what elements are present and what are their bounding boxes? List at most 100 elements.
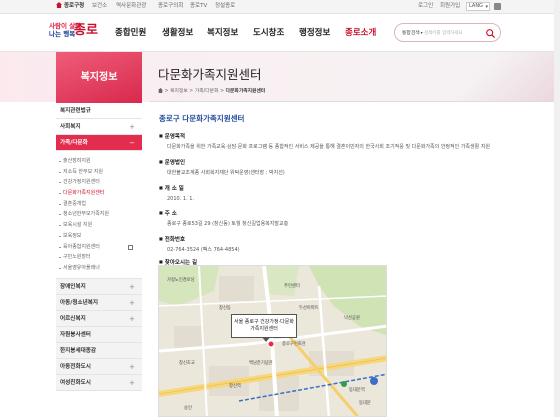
breadcrumb-item[interactable]: 가족/다문화: [195, 89, 219, 94]
lnb-item-label: 가족/다문화: [60, 140, 88, 146]
breadcrumb-item[interactable]: 복지정보: [170, 89, 188, 94]
map-label: 창신초교: [179, 361, 195, 366]
signup-link[interactable]: 회원가입: [440, 2, 460, 11]
util-link-culture-tour[interactable]: 역사문화관광: [116, 2, 146, 11]
lnb-item-women-friendly[interactable]: 여성친화도시 +: [56, 374, 142, 391]
lnb-item-social-welfare[interactable]: 사회복지 +: [56, 119, 142, 135]
lnb-submenu: 출산장려지원 저소득 한부모 지원 건강가정지원센터 다문화가족지원센터 결혼중…: [56, 151, 142, 279]
gnb-urban-creation[interactable]: 도시창조: [253, 27, 284, 39]
map-label: 두산아파트: [299, 306, 319, 311]
lnb-sub-item[interactable]: 보육시설 지원: [56, 220, 142, 231]
util-link-council[interactable]: 종로구의회: [158, 2, 183, 11]
gnb-about-jongno[interactable]: 종로소개: [345, 27, 376, 39]
lnb-item-senior[interactable]: 어르신복지 +: [56, 310, 142, 327]
field-label-phone: 전화번호: [159, 235, 185, 244]
lnb-sub-item[interactable]: 출산장려지원: [56, 156, 142, 167]
field-value-purpose: 다문화가족을 위한 가족교육·상담·문화 프로그램 등 종합적인 서비스 제공을…: [167, 144, 491, 150]
logo-slogan-2: 나는 행복: [49, 30, 76, 38]
lnb-item-label: 어르신복지: [60, 315, 86, 322]
lnb-title: 복지정보: [56, 52, 142, 103]
gnb-admin-info[interactable]: 행정정보: [299, 27, 330, 39]
lnb-item-disabled-welfare[interactable]: 장애인복지 +: [56, 278, 142, 295]
field-value-opening-date: 2010. 1. 1.: [167, 196, 195, 202]
home-icon[interactable]: [158, 88, 163, 93]
lnb-sub-item[interactable]: 저소득 한부모 지원: [56, 167, 142, 178]
main-content: 다문화가족지원센터 > 복지정보 > 가족/다문화 > 다문화가족지원센터 종로…: [150, 52, 560, 417]
home-icon: [56, 2, 62, 8]
page-scrollbar[interactable]: [554, 0, 560, 417]
logo-main-text: 종로: [74, 23, 98, 38]
header: 사람이 살맛 나는 행복 종로 종합민원 생활정보 복지정보 도시창조 행정정보…: [0, 14, 560, 52]
map-label: 동대문: [359, 401, 371, 406]
language-select[interactable]: LANG ▾: [466, 2, 490, 11]
lnb-sub-item[interactable]: 청소년한부모가족지원: [56, 209, 142, 220]
language-select-label: LANG: [469, 3, 483, 9]
lnb-item-generation[interactable]: 한지봉세대종감: [56, 342, 142, 359]
lnb-sub-item-external[interactable]: 육아종합지원센터: [56, 242, 142, 253]
gnb-civil-service[interactable]: 종합민원: [115, 27, 146, 39]
lnb-item-label: 복지관련법규: [60, 108, 91, 114]
field-value-phone: 02-764-3524 (팩스 764-4854): [167, 247, 240, 253]
search-icon[interactable]: [485, 28, 496, 39]
map-label: 종로구민회관: [282, 342, 306, 347]
map-label: 창신역: [229, 384, 241, 389]
lnb-item-family[interactable]: 가족/다문화 −: [56, 135, 142, 151]
login-link[interactable]: 로그인: [418, 2, 433, 11]
section-title: 종로구 다문화가족지원센터: [159, 114, 245, 123]
map-label: 가정노인경로당: [167, 278, 195, 283]
chevron-down-icon: ▾: [420, 30, 423, 35]
field-label-purpose: 운영목적: [159, 132, 185, 141]
map-label: 낙산공원: [344, 316, 360, 321]
lnb-item-label: 아동/청소년복지: [60, 299, 99, 306]
gnb-welfare-info[interactable]: 복지정보: [207, 27, 238, 39]
home-link[interactable]: 종로구청: [56, 2, 84, 11]
lnb-sub-item[interactable]: 건강가정지원센터: [56, 177, 142, 188]
map-label: 숭인: [184, 406, 192, 411]
util-link-tv[interactable]: 종로TV: [190, 2, 207, 11]
lnb-item-label: 사회복지: [60, 124, 81, 130]
plus-icon: +: [129, 282, 135, 291]
chevron-down-icon: ▾: [485, 4, 488, 10]
lnb-sub-item[interactable]: 구민노원장터: [56, 252, 142, 263]
lnb-item-volunteer[interactable]: 자원봉사센터: [56, 326, 142, 343]
location-map[interactable]: 주민센터 창신동 두산아파트 종로구민회관 낙산공원 동대문 동대문역 창신역 …: [158, 265, 387, 417]
breadcrumb: > 복지정보 > 가족/다문화 > 다문화가족지원센터: [158, 88, 265, 96]
util-link-info[interactable]: 정설종로: [215, 2, 235, 11]
page-title: 다문화가족지원센터: [158, 67, 262, 82]
external-link-icon: [128, 244, 133, 250]
map-label: 동대문역: [349, 388, 365, 393]
lnb-sub-item-label: 육아종합지원센터: [63, 243, 100, 250]
breadcrumb-current: 다문화가족지원센터: [225, 89, 266, 94]
lnb-item-child-youth[interactable]: 아동/청소년복지 +: [56, 294, 142, 311]
lnb-sub-item-active[interactable]: 다문화가족지원센터: [56, 188, 142, 199]
map-label: 주민센터: [284, 284, 300, 289]
home-link-label: 종로구청: [64, 3, 85, 9]
util-link-health-center[interactable]: 보건소: [92, 2, 107, 11]
plus-icon: +: [129, 362, 135, 371]
divider: [150, 101, 560, 102]
lnb-item-label: 한지봉세대종감: [60, 347, 97, 354]
lnb-sub-item[interactable]: 보육정보: [56, 231, 142, 242]
site-logo[interactable]: 사람이 살맛 나는 행복 종로: [49, 22, 105, 44]
search-input[interactable]: [424, 28, 481, 38]
search-box: 통합검색▾: [394, 23, 501, 42]
top-utility-bar: 종로구청 보건소 역사문화관광 종로구의회 종로TV 정설종로 로그인 회원가입…: [0, 0, 560, 14]
lnb-sub-item[interactable]: 결혼중개업: [56, 199, 142, 210]
lnb-list: 복지관련법규 사회복지 + 가족/다문화 − 출산장려지원 저소득 한부모 지원 건…: [56, 103, 142, 391]
lnb-item-child-friendly[interactable]: 아동전화도시 +: [56, 358, 142, 375]
plus-icon: +: [129, 123, 135, 131]
search-scope-select[interactable]: 통합검색▾: [402, 29, 423, 36]
lnb-sub-item[interactable]: 서울영유아플래너: [56, 263, 142, 274]
gnb-living-info[interactable]: 생활정보: [162, 27, 193, 39]
plus-icon: +: [129, 314, 135, 323]
lnb-item-label: 자원봉사센터: [60, 331, 91, 338]
lnb-item-label: 장애인복지: [60, 283, 86, 290]
sns-icon[interactable]: [494, 3, 501, 10]
minus-icon: −: [129, 139, 135, 147]
map-label: 창신동: [219, 306, 231, 311]
plus-icon: +: [129, 298, 135, 307]
lnb-item-label: 여성친화도시: [60, 379, 91, 386]
page: 종로구청 보건소 역사문화관광 종로구의회 종로TV 정설종로 로그인 회원가입…: [0, 0, 560, 417]
lnb-item-welfare-law[interactable]: 복지관련법규: [56, 103, 142, 119]
field-label-address: 주 소: [159, 209, 177, 218]
